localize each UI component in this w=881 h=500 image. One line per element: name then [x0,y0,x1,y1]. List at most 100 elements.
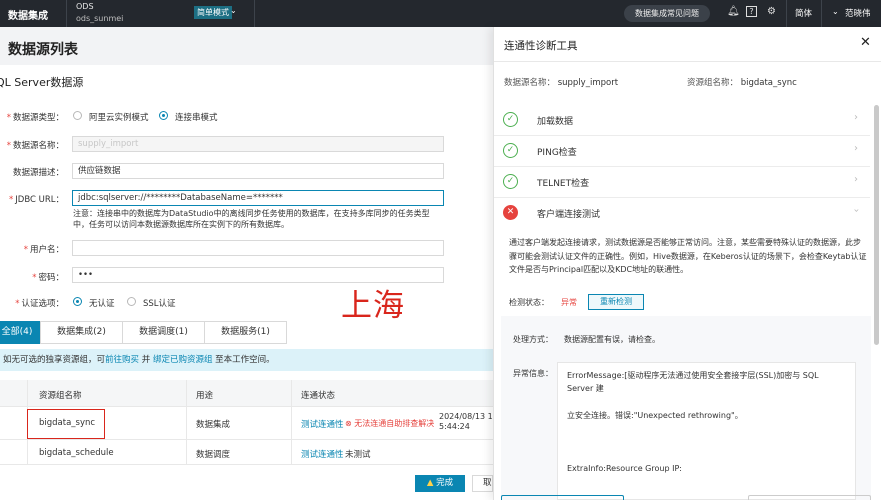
row-1-test-link[interactable]: 测试连通性 [301,418,344,430]
row-1-time: 2024/08/13 1 5:44:24 [439,412,493,431]
jdbc-note: 注意：连接串中的数据库为DataStudio中的离线同步任务使用的数据库，在支持… [73,209,430,229]
table-divider [0,439,493,440]
jdbc-url-input[interactable]: jdbc:sqlserver://********DatabaseName=**… [72,190,444,206]
overlay-annotation: 上海 [341,288,405,324]
panel-action-button[interactable] [501,495,624,500]
type-label: * 数据源类型： [6,113,64,123]
scrollbar[interactable] [874,105,879,345]
buy-link[interactable]: 前往购买 [105,355,139,365]
error-circle-icon: ✕ [503,205,518,220]
section-title: QL Server数据源 [0,76,84,89]
table-divider [186,380,187,464]
table-divider [0,464,493,465]
datasource-desc-input[interactable]: 供应链数据 [72,163,444,179]
divider [66,0,67,27]
exception-line: ExtraInfo:Resource Group IP: [567,464,682,473]
row-2-name: bigdata_schedule [39,448,114,458]
col-header-use: 用途 [196,391,214,401]
exception-label: 异常信息： [513,369,553,378]
user-chevron-icon[interactable]: ⌄ [832,7,839,16]
username-label: * 用户名： [23,245,64,255]
bell-icon[interactable]: 🔔︎ [727,6,740,17]
radio-ssl-auth-label[interactable]: SSL认证 [143,297,176,309]
divider [494,61,881,62]
status-label: 检测状态： [509,298,549,307]
radio-no-auth-label[interactable]: 无认证 [89,297,115,309]
warning-icon: ▲ [426,478,434,488]
bind-link[interactable]: 绑定已购资源组 [153,355,213,365]
table-divider [291,380,292,464]
faq-button[interactable]: 数据集成常见问题 [624,5,710,22]
exception-message[interactable]: ErrorMessage:[驱动程序无法通过使用安全套接字层(SSL)加密与 S… [557,362,856,500]
row-1-use: 数据集成 [196,420,231,430]
check-label: 加载数据 [537,117,574,127]
desc-label: 数据源描述： [12,168,64,178]
radio-ssl-auth[interactable] [127,297,136,306]
table-divider [0,406,493,407]
row-2-test-link[interactable]: 测试连通性 [301,448,344,460]
check-label: TELNET检查 [537,179,590,189]
method-value: 数据源配置有误，请检查。 [564,335,660,344]
panel-title: 连通性诊断工具 [504,40,578,52]
highlight-annotation [27,409,105,439]
radio-connstring-label[interactable]: 连接串模式 [175,111,218,123]
check-client-connection[interactable]: ✕ 客户端连接测试 › [494,198,870,229]
tab-data-scheduling[interactable]: 数据调度(1) [122,321,205,344]
exception-line: 立安全连接。错误:"Unexpected rethrowing"。 [567,411,743,420]
recheck-button[interactable]: 重新检测 [588,294,644,310]
check-load-data[interactable]: ✓ 加载数据 › [494,105,870,136]
check-circle-icon: ✓ [503,174,518,189]
datasource-name-input[interactable]: supply_import [72,136,444,152]
radio-instance-mode[interactable] [73,111,82,120]
mode-selector[interactable]: 简单模式 [194,6,232,19]
resource-group-meta: 资源组名称： bigdata_sync [687,78,797,88]
top-navbar: 数据集成 ODS ods_sunmei 简单模式 ⌄ 数据集成常见问题 🔔︎ ?… [0,0,881,27]
row-1-status[interactable]: ⊗ 无法连通自助排查解决 [345,418,434,429]
divider [821,0,822,27]
check-circle-icon: ✓ [503,143,518,158]
row-2-use: 数据调度 [196,450,231,460]
radio-connstring-mode[interactable] [159,111,168,120]
close-icon[interactable]: ✕ [860,35,871,50]
row-2-status: 未测试 [345,450,371,460]
tab-all[interactable]: 全部(4) [0,321,40,344]
datasource-meta: 数据源名称： supply_import [504,78,619,88]
chevron-down-icon[interactable]: ⌄ [230,6,237,15]
check-label: 客户端连接测试 [537,210,601,220]
check-circle-icon: ✓ [503,112,518,127]
check-description: 通过客户端发起连接请求，测试数据源是否能够正常访问。注意，某些需要特殊认证的数据… [509,238,867,274]
radio-no-auth[interactable] [73,297,82,306]
status-value: 异常 [561,298,577,307]
chevron-down-icon: › [850,208,862,213]
app-brand[interactable]: 数据集成 [8,7,48,22]
jdbc-label: * JDBC URL： [9,195,64,205]
divider [786,0,787,27]
username-input[interactable] [72,240,444,256]
done-button[interactable]: ▲ 完成 [415,475,465,492]
chevron-right-icon: › [854,143,858,154]
page-title: 数据源列表 [8,42,78,58]
panel-action-button[interactable] [748,495,871,500]
check-telnet[interactable]: ✓ TELNET检查 › [494,167,870,198]
check-ping[interactable]: ✓ PING检查 › [494,136,870,167]
connectivity-diagnostic-panel: 连通性诊断工具 ✕ 数据源名称： supply_import 资源组名称： bi… [493,27,881,500]
workspace-name[interactable]: ODS [76,2,94,11]
tab-data-service[interactable]: 数据服务(1) [204,321,287,344]
language-switch[interactable]: 简体 [795,7,812,19]
exception-line: ErrorMessage:[驱动程序无法通过使用安全套接字层(SSL)加密与 S… [567,371,819,393]
col-header-name: 资源组名称 [39,391,82,401]
check-label: PING检查 [537,148,577,158]
chevron-right-icon: › [854,174,858,185]
tools-icon[interactable]: ⚙ [767,6,776,17]
help-icon[interactable]: ? [746,6,757,17]
user-menu[interactable]: 范晓伟 [845,7,871,19]
col-header-status: 连通状态 [301,391,336,401]
cancel-button[interactable]: 取 [472,475,493,492]
workspace-id[interactable]: ods_sunmei [76,14,123,23]
method-label: 处理方式： [513,335,553,344]
resource-group-tip: 如无可选的独享资源组，可前往购买 并 绑定已购资源组 至本工作空间。 [0,349,493,371]
tab-data-integration[interactable]: 数据集成(2) [40,321,123,344]
password-label: * 密码： [32,273,64,283]
name-label: * 数据源名称： [6,141,64,151]
radio-instance-label[interactable]: 阿里云实例模式 [89,111,149,123]
